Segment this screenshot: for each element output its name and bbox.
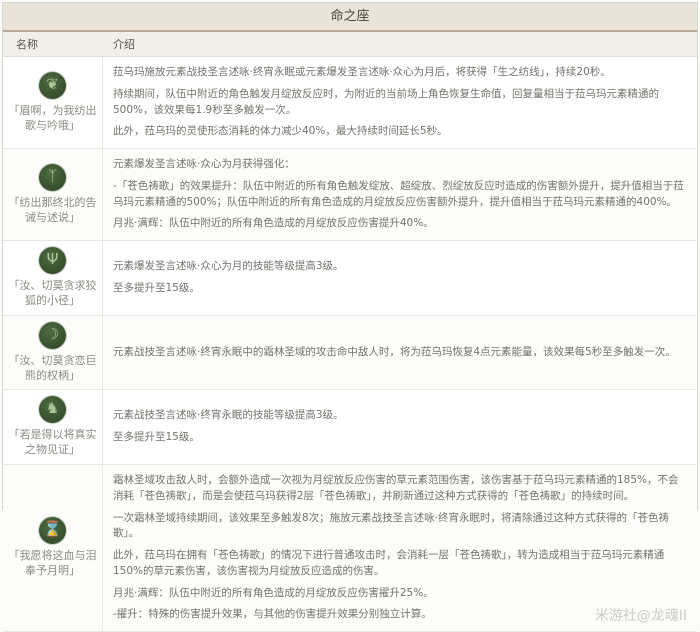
constellation-2-icon: ᛉ: [39, 164, 66, 191]
description-paragraph: -「苍色祷歌」的效果提升：队伍中附近的所有角色触发绽放、超绽放、烈绽放反应时造成…: [113, 179, 685, 211]
constellation-name-cell: Ψ 「汝、切莫贪求狡狐的小径」: [3, 241, 103, 315]
constellation-name: 「若是得以将真实之物见证」: [8, 428, 97, 458]
constellation-name: 「汝、切莫贪恋巨熊的权柄」: [8, 354, 97, 384]
table-column-header: 名称 介绍: [3, 32, 697, 57]
column-header-name: 名称: [3, 32, 103, 56]
constellation-3-icon: Ψ: [39, 247, 66, 274]
constellation-description-cell: 元素爆发圣言述咏·众心为月获得强化： -「苍色祷歌」的效果提升：队伍中附近的所有角…: [103, 149, 697, 240]
table-row: ⌛ 「我愿将这血与泪奉予月明」 霜林圣域攻击敌人时，会额外造成一次视为月绽放反应…: [3, 465, 697, 632]
description-paragraph: 元素爆发圣言述咏·众心为月获得强化：: [113, 157, 685, 173]
description-paragraph: 月兆·满辉：队伍中附近的所有角色造成的月绽放反应伤害提升40%。: [113, 216, 685, 232]
constellation-name: 「我愿将这血与泪奉予月明」: [8, 549, 97, 579]
constellation-name-cell: ☽ 「汝、切莫贪恋巨熊的权柄」: [3, 316, 103, 390]
description-paragraph: 持续期间，队伍中附近的角色触发月绽放反应时，为附近的当前场上角色恢复生命值，回复…: [113, 87, 685, 119]
description-paragraph: 至多提升至15级。: [113, 430, 685, 446]
description-paragraph: 元素战技圣言述咏·终宵永眠的技能等级提高3级。: [113, 408, 685, 424]
description-paragraph: 月兆·满辉：队伍中附近的所有角色造成的月绽放反应伤害擢升25%。: [113, 586, 685, 602]
description-paragraph: 霜林圣域攻击敌人时，会额外造成一次视为月绽放反应伤害的草元素范围伤害，该伤害基于…: [113, 473, 685, 505]
table-row: Ψ 「汝、切莫贪求狡狐的小径」 元素爆发圣言述咏·众心为月的技能等级提高3级。至…: [3, 241, 697, 316]
description-paragraph: 一次霜林圣域持续期间，该效果至多触发8次；施放元素战技圣言述咏·终宵永眠时，将清…: [113, 511, 685, 543]
table-row: ᛉ 「纺出那终北的告诫与述说」 元素爆发圣言述咏·众心为月获得强化： -「苍色祷歌…: [3, 149, 697, 241]
constellation-description-cell: 元素战技圣言述咏·终宵永眠的技能等级提高3级。至多提升至15级。: [103, 390, 697, 464]
constellation-6-icon: ⌛: [39, 517, 66, 544]
constellation-description-cell: 元素爆发圣言述咏·众心为月的技能等级提高3级。至多提升至15级。: [103, 241, 697, 315]
constellation-name-cell: ᛉ 「纺出那终北的告诫与述说」: [3, 149, 103, 240]
constellation-description-cell: 元素战技圣言述咏·终宵永眠中的霜林圣域的攻击命中敌人时，将为菈乌玛恢复4点元素能…: [103, 316, 697, 390]
constellation-name: 「眉啊，为我纺出歌与吟哦」: [8, 104, 97, 134]
table-body: ❦ 「眉啊，为我纺出歌与吟哦」 菈乌玛施放元素战技圣言述咏·终宵永眠或元素爆发圣…: [3, 57, 697, 632]
constellation-description-cell: 霜林圣域攻击敌人时，会额外造成一次视为月绽放反应伤害的草元素范围伤害，该伤害基于…: [103, 465, 697, 631]
constellation-1-icon: ❦: [39, 72, 66, 99]
constellation-name: 「汝、切莫贪求狡狐的小径」: [8, 279, 97, 309]
constellation-4-icon: ☽: [39, 322, 66, 349]
description-paragraph: 此外，菈乌玛在拥有「苍色祷歌」的情况下进行普通攻击时，会消耗一层「苍色祷歌」，转…: [113, 548, 685, 580]
table-row: ❦ 「眉啊，为我纺出歌与吟哦」 菈乌玛施放元素战技圣言述咏·终宵永眠或元素爆发圣…: [3, 57, 697, 149]
column-header-desc: 介绍: [103, 32, 697, 56]
constellation-name-cell: ❦ 「眉啊，为我纺出歌与吟哦」: [3, 57, 103, 148]
description-paragraph: 此外，菈乌玛的灵使形态消耗的体力减少40%，最大持续时间延长5秒。: [113, 124, 685, 140]
constellation-5-icon: ♞: [39, 396, 66, 423]
table-row: ☽ 「汝、切莫贪恋巨熊的权柄」 元素战技圣言述咏·终宵永眠中的霜林圣域的攻击命中…: [3, 316, 697, 391]
constellation-description-cell: 菈乌玛施放元素战技圣言述咏·终宵永眠或元素爆发圣言述咏·众心为月后，将获得「生之…: [103, 57, 697, 148]
constellation-table: 命之座 名称 介绍 ❦ 「眉啊，为我纺出歌与吟哦」 菈乌玛施放元素战技圣言述咏·…: [2, 2, 698, 510]
constellation-name-cell: ⌛ 「我愿将这血与泪奉予月明」: [3, 465, 103, 631]
description-paragraph: 菈乌玛施放元素战技圣言述咏·终宵永眠或元素爆发圣言述咏·众心为月后，将获得「生之…: [113, 65, 685, 81]
description-paragraph: -擢升：特殊的伤害提升效果，与其他的伤害提升效果分别独立计算。: [113, 607, 685, 623]
description-paragraph: 元素战技圣言述咏·终宵永眠中的霜林圣域的攻击命中敌人时，将为菈乌玛恢复4点元素能…: [113, 345, 685, 361]
table-row: ♞ 「若是得以将真实之物见证」 元素战技圣言述咏·终宵永眠的技能等级提高3级。至…: [3, 390, 697, 465]
constellation-name-cell: ♞ 「若是得以将真实之物见证」: [3, 390, 103, 464]
constellation-name: 「纺出那终北的告诫与述说」: [8, 196, 97, 226]
description-paragraph: 元素爆发圣言述咏·众心为月的技能等级提高3级。: [113, 259, 685, 275]
table-title: 命之座: [3, 3, 697, 32]
description-paragraph: 至多提升至15级。: [113, 281, 685, 297]
